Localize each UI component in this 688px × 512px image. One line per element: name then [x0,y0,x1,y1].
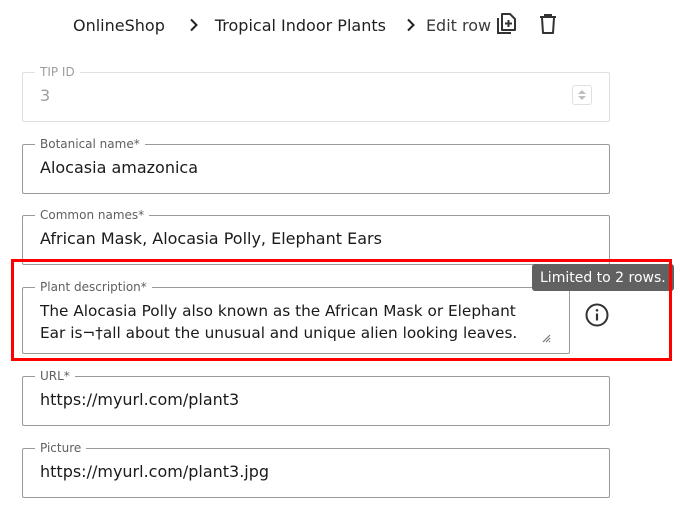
chevron-right-icon [187,18,201,32]
plant-description-field[interactable]: Plant description* The Alocasia Polly al… [22,280,570,354]
delete-icon [540,14,556,34]
tip-id-value: 3 [40,86,51,105]
plant-description-label: Plant description* [35,280,152,294]
breadcrumb-item-table[interactable]: Tropical Indoor Plants [215,16,386,35]
picture-field[interactable]: Picture https://myurl.com/plant3.jpg [22,441,610,498]
number-stepper [572,85,592,105]
stepper-down-icon [578,96,586,100]
common-names-label: Common names* [35,208,150,222]
common-names-value[interactable]: African Mask, Alocasia Polly, Elephant E… [40,229,382,248]
duplicate-row-button[interactable] [494,10,520,38]
plant-description-textarea[interactable]: The Alocasia Polly also known as the Afr… [40,300,540,344]
chevron-right-icon [404,18,418,32]
info-button[interactable] [583,301,611,329]
breadcrumb: OnlineShop Tropical Indoor Plants Edit r… [73,12,491,38]
delete-button[interactable] [535,10,561,38]
botanical-name-field[interactable]: Botanical name* Alocasia amazonica [22,137,610,194]
info-icon [585,303,609,327]
resize-handle-icon[interactable] [540,332,551,343]
botanical-name-value[interactable]: Alocasia amazonica [40,158,198,177]
tip-id-field: TIP ID 3 [22,65,610,122]
stepper-up-icon [578,90,586,94]
picture-value[interactable]: https://myurl.com/plant3.jpg [40,462,269,481]
url-label: URL* [35,369,75,383]
breadcrumb-current: Edit row [425,15,492,35]
common-names-field[interactable]: Common names* African Mask, Alocasia Pol… [22,208,610,265]
botanical-name-label: Botanical name* [35,137,145,151]
duplicate-row-icon [497,13,516,34]
url-field[interactable]: URL* https://myurl.com/plant3 [22,369,610,426]
tip-id-label: TIP ID [35,65,80,79]
edit-row-page: OnlineShop Tropical Indoor Plants Edit r… [0,0,688,512]
breadcrumb-item-onlineshop[interactable]: OnlineShop [73,16,165,35]
picture-label: Picture [35,441,87,455]
tooltip: Limited to 2 rows. [532,264,674,291]
url-value[interactable]: https://myurl.com/plant3 [40,390,239,409]
